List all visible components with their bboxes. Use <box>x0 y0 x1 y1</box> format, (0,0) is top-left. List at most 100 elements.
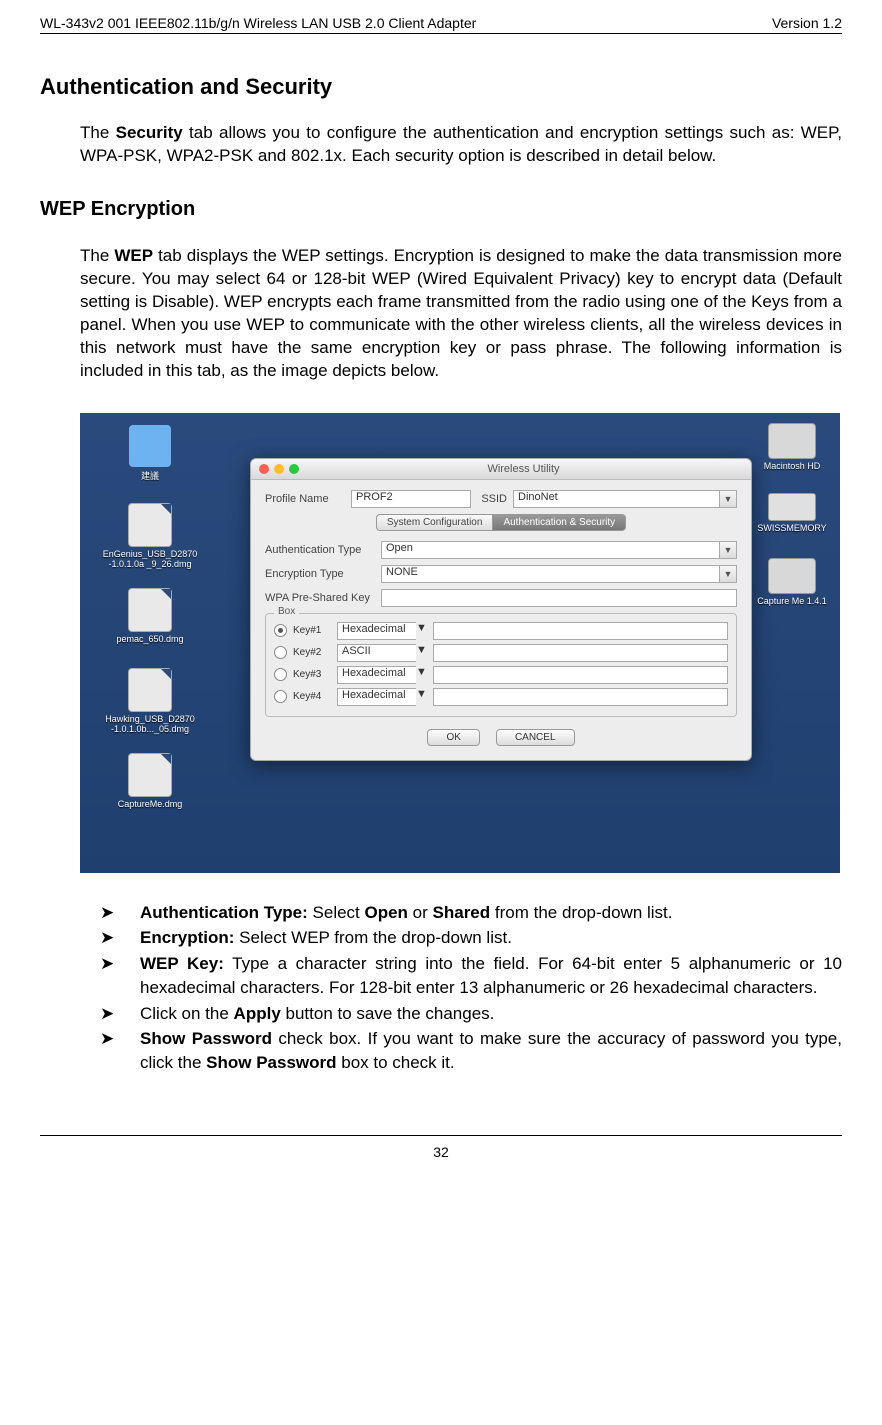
file-icon <box>128 588 172 632</box>
ssid-label: SSID <box>477 493 507 505</box>
zoom-icon[interactable] <box>289 464 299 474</box>
desktop-icon[interactable]: 建議 <box>90 425 210 482</box>
chevron-down-icon: ▼ <box>719 565 737 583</box>
chevron-down-icon: ▼ <box>416 644 427 662</box>
header-right: Version 1.2 <box>772 15 842 31</box>
desktop-icon-label: Hawking_USB_D2870 -1.0.1.0b..._05.dmg <box>90 714 210 734</box>
mac-desktop: Wireless Utility Profile Name PROF2 SSID… <box>80 413 840 873</box>
wireless-utility-window: Wireless Utility Profile Name PROF2 SSID… <box>250 458 752 761</box>
key-label: Key#2 <box>293 647 331 658</box>
arrow-icon: ➤ <box>100 901 140 925</box>
arrow-icon: ➤ <box>100 1002 140 1026</box>
section-heading-auth: Authentication and Security <box>40 74 842 100</box>
key-label: Key#4 <box>293 691 331 702</box>
bullet-text: WEP Key: Type a character string into th… <box>140 952 842 1000</box>
wep-key-row: Key#3 Hexadecimal▼ <box>274 666 728 684</box>
desktop-icon-label: Capture Me 1.4.1 <box>752 596 832 606</box>
hard-drive-icon <box>768 558 816 594</box>
bullet-item: ➤WEP Key: Type a character string into t… <box>100 952 842 1000</box>
desktop-icon[interactable]: SWISSMEMORY <box>752 493 832 533</box>
encryption-type-dropdown[interactable]: NONE ▼ <box>381 565 737 583</box>
key-format-value: ASCII <box>337 644 416 662</box>
radio-button[interactable] <box>274 668 287 681</box>
desktop-icon[interactable]: EnGenius_USB_D2870 -1.0.1.0a _9_26.dmg <box>90 503 210 569</box>
bullet-text: Authentication Type: Select Open or Shar… <box>140 901 842 925</box>
chevron-down-icon: ▼ <box>416 666 427 684</box>
section1-paragraph: The Security tab allows you to configure… <box>80 122 842 168</box>
auth-type-dropdown[interactable]: Open ▼ <box>381 541 737 559</box>
profile-name-input[interactable]: PROF2 <box>351 490 471 508</box>
header-rule <box>40 33 842 34</box>
radio-button[interactable] <box>274 646 287 659</box>
key-value-input[interactable] <box>433 688 728 706</box>
key-format-dropdown[interactable]: Hexadecimal▼ <box>337 688 427 706</box>
desktop-icon-label: SWISSMEMORY <box>752 523 832 533</box>
ssid-value: DinoNet <box>513 490 719 508</box>
key-format-dropdown[interactable]: ASCII▼ <box>337 644 427 662</box>
wep-key-row: Key#4 Hexadecimal▼ <box>274 688 728 706</box>
ok-button[interactable]: OK <box>427 729 479 746</box>
radio-button[interactable] <box>274 624 287 637</box>
wpa-psk-label: WPA Pre-Shared Key <box>265 592 375 604</box>
section2-paragraph: The WEP tab displays the WEP settings. E… <box>80 245 842 383</box>
desktop-icon[interactable]: Hawking_USB_D2870 -1.0.1.0b..._05.dmg <box>90 668 210 734</box>
folder-icon <box>129 425 171 467</box>
wpa-psk-input[interactable] <box>381 589 737 607</box>
bullet-list: ➤Authentication Type: Select Open or Sha… <box>100 901 842 1076</box>
desktop-icon[interactable]: Macintosh HD <box>752 423 832 471</box>
chevron-down-icon: ▼ <box>719 490 737 508</box>
section-heading-wep: WEP Encryption <box>40 198 842 221</box>
wep-key-row: Key#2 ASCII▼ <box>274 644 728 662</box>
desktop-icon[interactable]: pemac_650.dmg <box>90 588 210 644</box>
close-icon[interactable] <box>259 464 269 474</box>
radio-button[interactable] <box>274 690 287 703</box>
bullet-item: ➤Show Password check box. If you want to… <box>100 1027 842 1075</box>
tab-system-config[interactable]: System Configuration <box>376 514 493 531</box>
ssid-dropdown[interactable]: DinoNet ▼ <box>513 490 737 508</box>
key-value-input[interactable] <box>433 622 728 640</box>
bullet-text: Click on the Apply button to save the ch… <box>140 1002 842 1026</box>
header-left: WL-343v2 001 IEEE802.11b/g/n Wireless LA… <box>40 15 476 31</box>
key-value-input[interactable] <box>433 666 728 684</box>
desktop-icon-label: pemac_650.dmg <box>90 634 210 644</box>
key-label: Key#3 <box>293 669 331 680</box>
window-title: Wireless Utility <box>304 463 743 475</box>
page-header: WL-343v2 001 IEEE802.11b/g/n Wireless LA… <box>40 15 842 31</box>
desktop-icon[interactable]: CaptureMe.dmg <box>90 753 210 809</box>
minimize-icon[interactable] <box>274 464 284 474</box>
embedded-screenshot: Wireless Utility Profile Name PROF2 SSID… <box>80 413 802 873</box>
bullet-item: ➤Click on the Apply button to save the c… <box>100 1002 842 1026</box>
cancel-button[interactable]: CANCEL <box>496 729 575 746</box>
key-format-dropdown[interactable]: Hexadecimal▼ <box>337 622 427 640</box>
window-titlebar: Wireless Utility <box>251 459 751 480</box>
wep-key-row: Key#1 Hexadecimal▼ <box>274 622 728 640</box>
file-icon <box>128 753 172 797</box>
hard-drive-icon <box>768 423 816 459</box>
key-box-title: Box <box>274 606 299 617</box>
desktop-icon[interactable]: Capture Me 1.4.1 <box>752 558 832 606</box>
window-body: Profile Name PROF2 SSID DinoNet ▼ System… <box>251 480 751 760</box>
desktop-icon-label: Macintosh HD <box>752 461 832 471</box>
key-format-value: Hexadecimal <box>337 688 416 706</box>
bullet-item: ➤Encryption: Select WEP from the drop-do… <box>100 926 842 950</box>
file-icon <box>128 668 172 712</box>
usb-drive-icon <box>768 493 816 521</box>
desktop-icon-label: EnGenius_USB_D2870 -1.0.1.0a _9_26.dmg <box>90 549 210 569</box>
key-value-input[interactable] <box>433 644 728 662</box>
chevron-down-icon: ▼ <box>416 622 427 640</box>
key-format-dropdown[interactable]: Hexadecimal▼ <box>337 666 427 684</box>
key-format-value: Hexadecimal <box>337 666 416 684</box>
arrow-icon: ➤ <box>100 952 140 1000</box>
chevron-down-icon: ▼ <box>416 688 427 706</box>
page-footer: 32 <box>40 1135 842 1160</box>
file-icon <box>128 503 172 547</box>
page-number: 32 <box>433 1144 449 1160</box>
key-label: Key#1 <box>293 625 331 636</box>
tab-bar: System Configuration Authentication & Se… <box>265 514 737 531</box>
encryption-type-value: NONE <box>381 565 719 583</box>
tab-auth-security[interactable]: Authentication & Security <box>492 514 626 531</box>
key-box: Box Key#1Hexadecimal▼Key#2ASCII▼Key#3Hex… <box>265 613 737 717</box>
encryption-type-label: Encryption Type <box>265 568 375 580</box>
page: WL-343v2 001 IEEE802.11b/g/n Wireless LA… <box>0 0 882 1180</box>
profile-name-label: Profile Name <box>265 493 345 505</box>
